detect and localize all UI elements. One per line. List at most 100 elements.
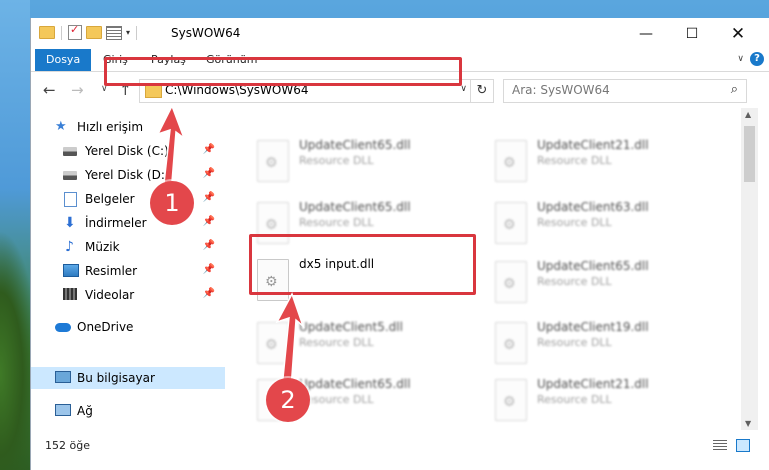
scroll-thumb[interactable] [744, 126, 755, 182]
expand-ribbon-icon[interactable]: ∨ [737, 54, 744, 64]
sidebar-item-local-disk-d[interactable]: Yerel Disk (D:) 📌 [31, 164, 225, 186]
file-name: UpdateClient21.dll [537, 377, 649, 391]
step-2-badge: 2 [266, 378, 310, 422]
documents-icon [64, 192, 77, 207]
file-tile[interactable]: UpdateClient5.dll Resource DLL [253, 316, 483, 374]
search-input[interactable]: Ara: SysWOW64 ⌕ [503, 79, 747, 103]
sidebar-item-videos[interactable]: Videolar 📌 [31, 284, 225, 306]
toolbar-separator [136, 25, 138, 40]
network-icon [55, 404, 71, 416]
file-type: Resource DLL [299, 336, 374, 349]
pin-icon[interactable]: 📌 [203, 144, 215, 155]
refresh-icon[interactable]: ↻ [470, 80, 493, 102]
address-bar-highlight [104, 57, 462, 86]
sidebar-item-quick-access[interactable]: ★ Hızlı erişim [31, 116, 225, 138]
file-tile[interactable]: UpdateClient21.dll Resource DLL [491, 134, 721, 192]
sidebar-item-music[interactable]: ♪ Müzik 📌 [31, 236, 225, 258]
pin-icon[interactable]: 📌 [203, 264, 215, 275]
sidebar-item-label: İndirmeler [85, 216, 147, 230]
folder-icon [145, 85, 162, 98]
search-placeholder: Ara: SysWOW64 [512, 83, 610, 97]
sidebar-item-pictures[interactable]: Resimler 📌 [31, 260, 225, 282]
close-button[interactable]: ✕ [715, 18, 761, 49]
sidebar-item-label: Videolar [85, 288, 135, 302]
folder-icon [39, 26, 55, 39]
disk-icon [63, 171, 77, 180]
ribbon-controls: ∨ ? [737, 52, 764, 66]
sidebar-item-label: Yerel Disk (D:) [85, 168, 170, 182]
pin-icon[interactable]: 📌 [203, 216, 215, 227]
sidebar-item-documents[interactable]: Belgeler 📌 [31, 188, 225, 210]
sidebar-item-label: Belgeler [85, 192, 135, 206]
sidebar-item-this-pc[interactable]: Bu bilgisayar [31, 367, 225, 389]
sidebar-item-label: OneDrive [77, 320, 134, 334]
step-1-badge: 1 [150, 181, 194, 225]
details-view-icon[interactable] [713, 440, 727, 450]
address-dropdown-chevron-icon[interactable]: ∨ [460, 84, 467, 94]
star-icon: ★ [55, 119, 67, 134]
sidebar-item-label: Resimler [85, 264, 138, 278]
dll-file-icon [495, 202, 527, 244]
minimize-button[interactable]: — [623, 18, 669, 49]
pin-icon[interactable]: 📌 [203, 240, 215, 251]
pin-icon[interactable]: 📌 [203, 168, 215, 179]
sidebar-item-local-disk-c[interactable]: Yerel Disk (C:) 📌 [31, 140, 225, 162]
downloads-icon: ⬇ [64, 215, 76, 231]
customize-toolbar-chevron-icon[interactable]: ▾ [126, 28, 130, 37]
title-bar: ▾ SysWOW64 — ☐ ✕ [31, 18, 769, 49]
sidebar-item-onedrive[interactable]: OneDrive [31, 316, 225, 338]
sidebar-item-downloads[interactable]: ⬇ İndirmeler 📌 [31, 212, 225, 234]
file-name: UpdateClient65.dll [299, 377, 411, 391]
pin-icon[interactable]: 📌 [203, 288, 215, 299]
sidebar-item-label: Ağ [77, 404, 93, 418]
file-tile[interactable]: UpdateClient21.dll Resource DLL [491, 373, 721, 431]
sidebar-item-label: Bu bilgisayar [77, 371, 155, 385]
new-folder-icon[interactable] [86, 26, 102, 39]
file-tile[interactable]: UpdateClient65.dll Resource DLL [491, 255, 721, 313]
dll-file-icon [495, 140, 527, 182]
onedrive-icon [55, 323, 71, 332]
file-name: UpdateClient21.dll [537, 138, 649, 152]
file-tile[interactable]: UpdateClient19.dll Resource DLL [491, 316, 721, 374]
tab-file[interactable]: Dosya [35, 49, 92, 71]
large-icons-view-icon[interactable] [736, 439, 750, 452]
file-tile[interactable]: UpdateClient63.dll Resource DLL [491, 196, 721, 254]
status-bar: 152 öğe [31, 430, 769, 470]
navigation-pane: ★ Hızlı erişim Yerel Disk (C:) 📌 Yerel D… [31, 108, 225, 430]
file-highlight [249, 234, 476, 295]
file-type: Resource DLL [537, 393, 612, 406]
pictures-icon [63, 264, 79, 277]
file-type: Resource DLL [299, 154, 374, 167]
sidebar-item-network[interactable]: Ağ [31, 400, 225, 422]
quick-access-toolbar: ▾ [39, 23, 139, 40]
search-icon[interactable]: ⌕ [731, 82, 738, 97]
forward-arrow-icon[interactable]: → [71, 81, 84, 99]
file-type: Resource DLL [537, 154, 612, 167]
file-name: UpdateClient65.dll [299, 200, 411, 214]
pin-icon[interactable]: 📌 [203, 192, 215, 203]
sidebar-item-label: Yerel Disk (C:) [85, 144, 169, 158]
help-icon[interactable]: ? [750, 52, 764, 66]
item-count: 152 öğe [45, 439, 90, 452]
music-icon: ♪ [65, 239, 74, 255]
properties-icon[interactable] [68, 23, 82, 40]
maximize-button[interactable]: ☐ [669, 18, 715, 49]
file-type: Resource DLL [537, 336, 612, 349]
dll-file-icon [257, 140, 289, 182]
dll-file-icon [495, 379, 527, 421]
vertical-scrollbar[interactable]: ▲ ▼ [741, 108, 758, 430]
file-name: UpdateClient65.dll [299, 138, 411, 152]
dll-file-icon [495, 261, 527, 303]
disk-icon [63, 147, 77, 156]
scroll-down-icon[interactable]: ▼ [745, 419, 751, 428]
view-icon[interactable] [106, 25, 122, 40]
sidebar-item-label: Hızlı erişim [77, 120, 144, 134]
file-tile[interactable]: UpdateClient65.dll Resource DLL [253, 134, 483, 192]
file-type: Resource DLL [299, 216, 374, 229]
dll-file-icon [495, 322, 527, 364]
scroll-up-icon[interactable]: ▲ [745, 110, 751, 119]
file-type: Resource DLL [537, 216, 612, 229]
file-name: UpdateClient5.dll [299, 320, 403, 334]
back-arrow-icon[interactable]: ← [43, 81, 56, 99]
computer-icon [55, 371, 71, 383]
